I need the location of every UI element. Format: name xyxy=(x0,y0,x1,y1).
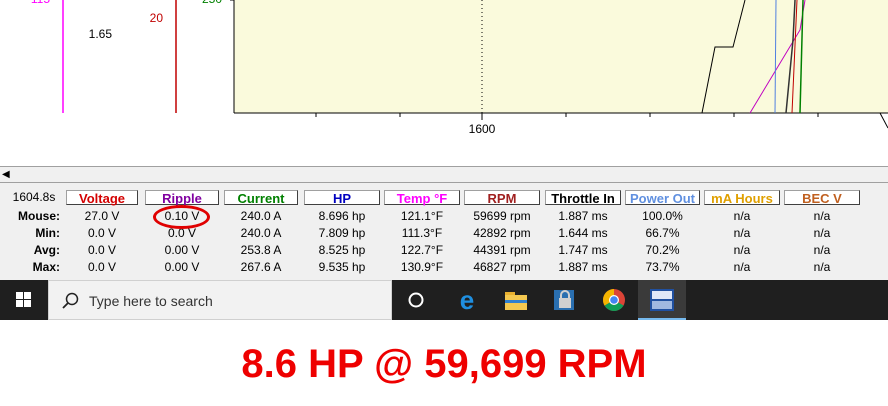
row-label-avg: Avg: xyxy=(33,243,60,257)
caption-text: 8.6 HP @ 59,699 RPM xyxy=(241,342,647,386)
axis2-top-label: 20 xyxy=(150,11,164,25)
value-cell: 7.809 hp xyxy=(318,226,366,240)
value-cell: 73.7% xyxy=(645,260,680,274)
value-cell: n/a xyxy=(813,243,831,257)
axis1-tick-label: 1.65 xyxy=(89,27,113,41)
value-cell: 130.9°F xyxy=(400,260,444,274)
folder-icon xyxy=(505,292,527,310)
task-view-icon xyxy=(408,292,424,308)
header-label: Power Out xyxy=(629,191,695,206)
header-voltage[interactable]: Voltage xyxy=(66,190,138,206)
header-ma-hours[interactable]: mA Hours xyxy=(704,190,780,206)
header-hp[interactable]: HP xyxy=(304,190,380,206)
value-cell: 1.747 ms xyxy=(558,243,608,257)
header-label: Ripple xyxy=(162,191,202,206)
value-cell: 1.887 ms xyxy=(558,209,608,223)
value-cell: n/a xyxy=(733,243,751,257)
header-ripple[interactable]: Ripple xyxy=(145,190,219,206)
plot-background xyxy=(234,0,888,113)
horizontal-scrollbar[interactable]: ◀ xyxy=(0,166,888,183)
value-cell: 253.8 A xyxy=(240,243,282,257)
value-cell: n/a xyxy=(813,260,831,274)
taskbar: Type here to search e xyxy=(0,280,888,320)
header-label: RPM xyxy=(487,191,517,206)
stats-panel: 1604.8s Voltage Ripple Current HP Temp °… xyxy=(0,183,888,280)
scrollbar-track[interactable] xyxy=(16,167,888,182)
value-cell: 59699 rpm xyxy=(473,209,531,223)
data-logger-app-button[interactable] xyxy=(638,280,686,320)
value-cell: 1.887 ms xyxy=(558,260,608,274)
edge-icon: e xyxy=(460,285,474,315)
value-cell: 42892 rpm xyxy=(473,226,531,240)
x-tick-label: 1600 xyxy=(469,122,496,136)
value-cell: 0.0 V xyxy=(87,243,117,257)
windows-logo-icon xyxy=(16,292,31,307)
app-button-lock[interactable] xyxy=(540,280,588,320)
chrome-icon xyxy=(603,289,625,311)
data-logger-app-icon xyxy=(650,289,674,311)
header-label: BEC V xyxy=(802,191,842,206)
value-cell: 121.1°F xyxy=(400,209,444,223)
value-cell: 100.0% xyxy=(642,209,683,223)
value-cell: n/a xyxy=(733,209,751,223)
value-cell: 0.0 V xyxy=(87,260,117,274)
header-label: Temp °F xyxy=(396,191,448,206)
chart-plot[interactable]: 115 1.65 20 250 1600 xyxy=(0,0,888,166)
search-placeholder: Type here to search xyxy=(89,293,213,309)
value-cell: 267.6 A xyxy=(240,260,282,274)
edge-button[interactable]: e xyxy=(443,280,491,320)
value-cell: 240.0 A xyxy=(240,209,282,223)
header-bec-v[interactable]: BEC V xyxy=(784,190,860,206)
chrome-button[interactable] xyxy=(590,280,638,320)
row-label-max: Max: xyxy=(32,260,60,274)
lock-app-icon xyxy=(554,290,574,310)
value-cell: 122.7°F xyxy=(400,243,444,257)
header-label: Voltage xyxy=(79,191,125,206)
value-cell: n/a xyxy=(733,260,751,274)
plot-right-edge xyxy=(879,112,888,129)
header-current[interactable]: Current xyxy=(224,190,298,206)
value-cell: 1.644 ms xyxy=(558,226,608,240)
row-label-mouse: Mouse: xyxy=(18,209,60,223)
value-cell: n/a xyxy=(733,226,751,240)
file-explorer-button[interactable] xyxy=(492,280,540,320)
header-throttle-in[interactable]: Throttle In xyxy=(545,190,621,206)
chart-area[interactable]: 115 1.65 20 250 1600 xyxy=(0,0,888,166)
scroll-left-icon[interactable]: ◀ xyxy=(2,167,10,182)
search-icon xyxy=(62,292,79,309)
value-cell: 0.00 V xyxy=(164,260,200,274)
value-cell: 70.2% xyxy=(645,243,680,257)
value-cell: 66.7% xyxy=(645,226,680,240)
svg-text:e: e xyxy=(460,285,474,315)
header-label: mA Hours xyxy=(711,191,773,206)
value-cell: 8.525 hp xyxy=(318,243,366,257)
value-cell: n/a xyxy=(813,226,831,240)
header-rpm[interactable]: RPM xyxy=(464,190,540,206)
value-cell: 8.696 hp xyxy=(318,209,366,223)
value-cell: 27.0 V xyxy=(84,209,120,223)
header-label: Throttle In xyxy=(551,191,615,206)
value-cell: 46827 rpm xyxy=(473,260,531,274)
header-power-out[interactable]: Power Out xyxy=(625,190,700,206)
axis3-top-label: 250 xyxy=(202,0,222,6)
value-cell: 0.0 V xyxy=(87,226,117,240)
time-readout: 1604.8s xyxy=(12,190,56,204)
value-cell: 240.0 A xyxy=(240,226,282,240)
task-view-button[interactable] xyxy=(392,280,440,320)
value-cell: 9.535 hp xyxy=(318,260,366,274)
header-label: Current xyxy=(237,191,285,206)
axis1-top-label: 115 xyxy=(31,0,50,6)
highlight-ring xyxy=(153,205,210,229)
value-cell: 44391 rpm xyxy=(473,243,531,257)
value-cell: 111.3°F xyxy=(401,226,443,240)
start-button[interactable] xyxy=(0,280,48,320)
value-cell: n/a xyxy=(813,209,831,223)
header-temp[interactable]: Temp °F xyxy=(384,190,460,206)
header-label: HP xyxy=(332,191,352,206)
value-cell: 0.00 V xyxy=(164,243,200,257)
row-label-min: Min: xyxy=(35,226,60,240)
taskbar-search[interactable]: Type here to search xyxy=(48,280,392,320)
